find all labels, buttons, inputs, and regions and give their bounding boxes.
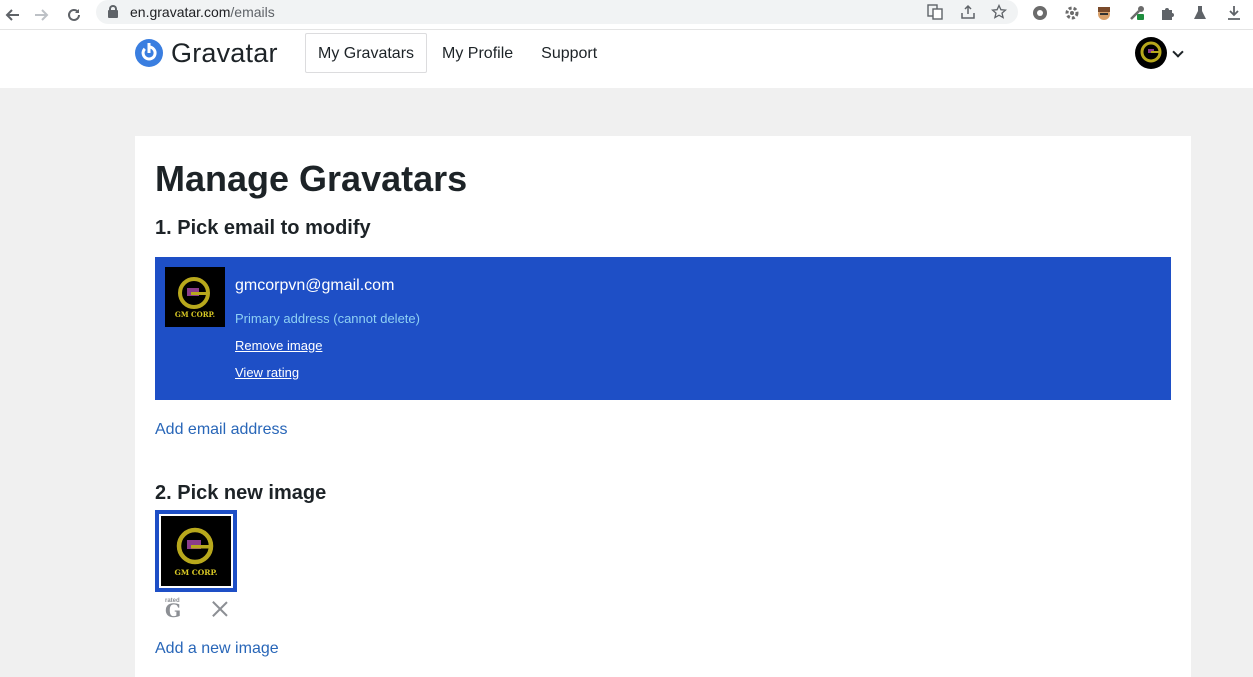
bookmark-star-icon[interactable]	[990, 3, 1008, 21]
main-card: Manage Gravatars 1. Pick email to modify…	[135, 136, 1191, 677]
browser-toolbar: en.gravatar.com/emails	[0, 0, 1253, 30]
rated-g-icon[interactable]: rated G	[163, 596, 183, 622]
extension-face-icon[interactable]	[1094, 3, 1114, 23]
reload-icon[interactable]	[61, 2, 87, 28]
download-icon[interactable]	[1224, 3, 1244, 23]
top-navigation: My Gravatars My Profile Support	[305, 33, 612, 73]
user-menu[interactable]	[1135, 37, 1183, 69]
logo-text: Gravatar	[171, 37, 278, 68]
thumb-caption: GM CORP.	[175, 310, 215, 319]
add-new-image-link[interactable]: Add a new image	[155, 640, 279, 658]
back-arrow-icon[interactable]	[0, 2, 26, 28]
url-text: en.gravatar.com/emails	[130, 4, 275, 20]
extension-cog-icon[interactable]	[1062, 3, 1082, 23]
chevron-down-icon[interactable]	[1173, 48, 1183, 58]
image-caption: GM CORP.	[174, 568, 217, 577]
gravatar-logo[interactable]: Gravatar	[135, 38, 278, 68]
labs-flask-icon[interactable]	[1190, 3, 1210, 23]
email-row-selected[interactable]: GM CORP. gmcorpvn@gmail.com Primary addr…	[155, 257, 1171, 400]
delete-image-icon[interactable]	[211, 599, 229, 617]
remove-image-link[interactable]: Remove image	[235, 338, 322, 353]
view-rating-link[interactable]: View rating	[235, 365, 299, 380]
email-avatar-thumb: GM CORP.	[165, 267, 225, 327]
add-email-link[interactable]: Add email address	[155, 421, 288, 439]
nav-support[interactable]: Support	[528, 33, 610, 73]
email-address: gmcorpvn@gmail.com	[235, 277, 395, 294]
extensions-puzzle-icon[interactable]	[1158, 3, 1178, 23]
image-option-selected[interactable]: GM CORP.	[155, 510, 237, 592]
page-title: Manage Gravatars	[155, 158, 468, 199]
address-bar[interactable]: en.gravatar.com/emails	[96, 0, 1018, 24]
translate-icon[interactable]	[926, 3, 944, 21]
user-avatar[interactable]	[1135, 37, 1167, 69]
site-header: Gravatar My Gravatars My Profile Support	[0, 30, 1253, 88]
extension-gear-icon[interactable]	[1030, 3, 1050, 23]
nav-my-gravatars[interactable]: My Gravatars	[305, 33, 428, 73]
nav-my-profile[interactable]: My Profile	[429, 33, 526, 73]
forward-arrow-icon[interactable]	[28, 2, 54, 28]
extension-eyedropper-icon[interactable]	[1127, 3, 1147, 23]
step1-title: 1. Pick email to modify	[155, 217, 371, 239]
share-icon[interactable]	[959, 3, 977, 21]
primary-address-note: Primary address (cannot delete)	[235, 311, 420, 326]
gravatar-logo-icon	[135, 39, 163, 67]
step2-title: 2. Pick new image	[155, 482, 327, 504]
lock-icon	[108, 5, 118, 18]
